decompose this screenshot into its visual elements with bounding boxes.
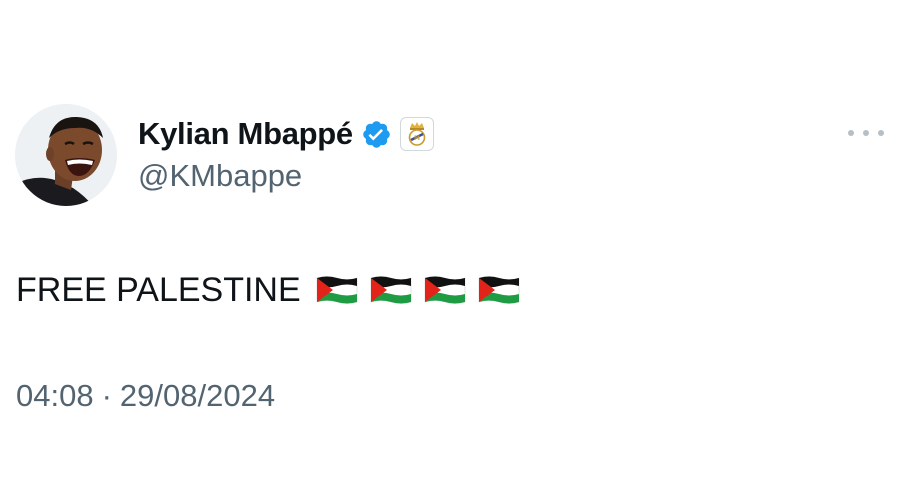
tweet-time: 04:08 <box>16 378 94 413</box>
palestine-flag-icon <box>370 276 411 304</box>
author-row: Kylian Mbappé M <box>138 112 434 156</box>
more-dot <box>878 130 884 136</box>
tweet-body: FREE PALESTINE <box>16 268 531 312</box>
palestine-flag-icon <box>424 276 465 304</box>
verified-badge-icon[interactable] <box>361 119 392 150</box>
tweet-timestamp[interactable]: 04:08 · 29/08/2024 <box>16 378 275 414</box>
author-handle[interactable]: @KMbappe <box>138 158 302 194</box>
tweet-card: Kylian Mbappé M @KMbappe FREE PALESTINE <box>0 0 900 485</box>
display-name[interactable]: Kylian Mbappé <box>138 116 353 152</box>
tweet-date: 29/08/2024 <box>119 378 276 413</box>
more-dot <box>863 130 869 136</box>
flag-emoji-group <box>315 274 531 306</box>
real-madrid-crest-icon[interactable]: M <box>399 117 434 151</box>
timestamp-separator: · <box>101 378 112 413</box>
crest-graphic: M <box>408 122 426 146</box>
tweet-text: FREE PALESTINE <box>16 270 301 309</box>
more-options-icon[interactable] <box>846 122 886 144</box>
palestine-flag-icon <box>316 276 357 304</box>
palestine-flag-icon <box>478 276 519 304</box>
avatar-photo <box>15 104 117 206</box>
svg-text:M: M <box>414 135 420 142</box>
avatar[interactable] <box>15 104 117 206</box>
more-dot <box>848 130 854 136</box>
